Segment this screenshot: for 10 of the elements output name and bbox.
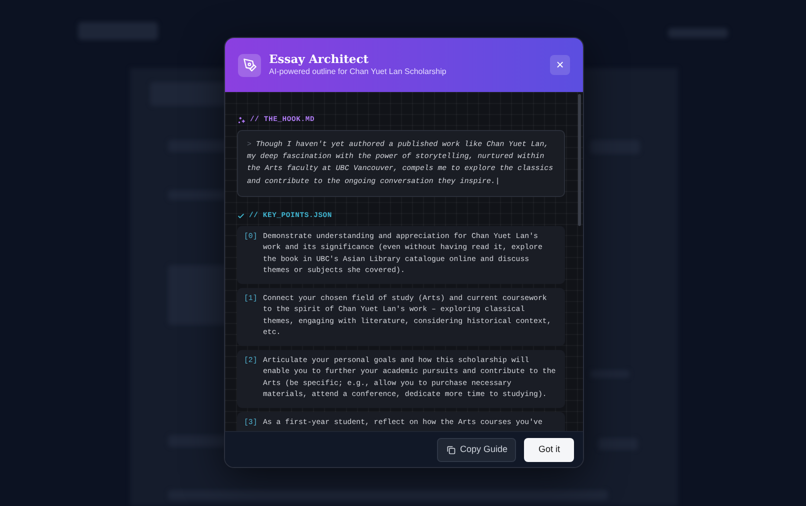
scrollbar-thumb[interactable]: [578, 94, 581, 226]
copy-icon: [446, 444, 456, 454]
pen-nib-icon: [242, 58, 256, 72]
dialog-title: Essay Architect: [269, 52, 370, 67]
check-icon: [237, 212, 245, 220]
copy-guide-button[interactable]: Copy Guide: [436, 438, 516, 462]
got-it-button[interactable]: Got it: [524, 438, 574, 462]
sparkles-icon: [237, 116, 246, 125]
dialog-subtitle: AI-powered outline for Chan Yuet Lan Scholarship: [269, 66, 448, 78]
close-button[interactable]: ×: [550, 55, 570, 75]
